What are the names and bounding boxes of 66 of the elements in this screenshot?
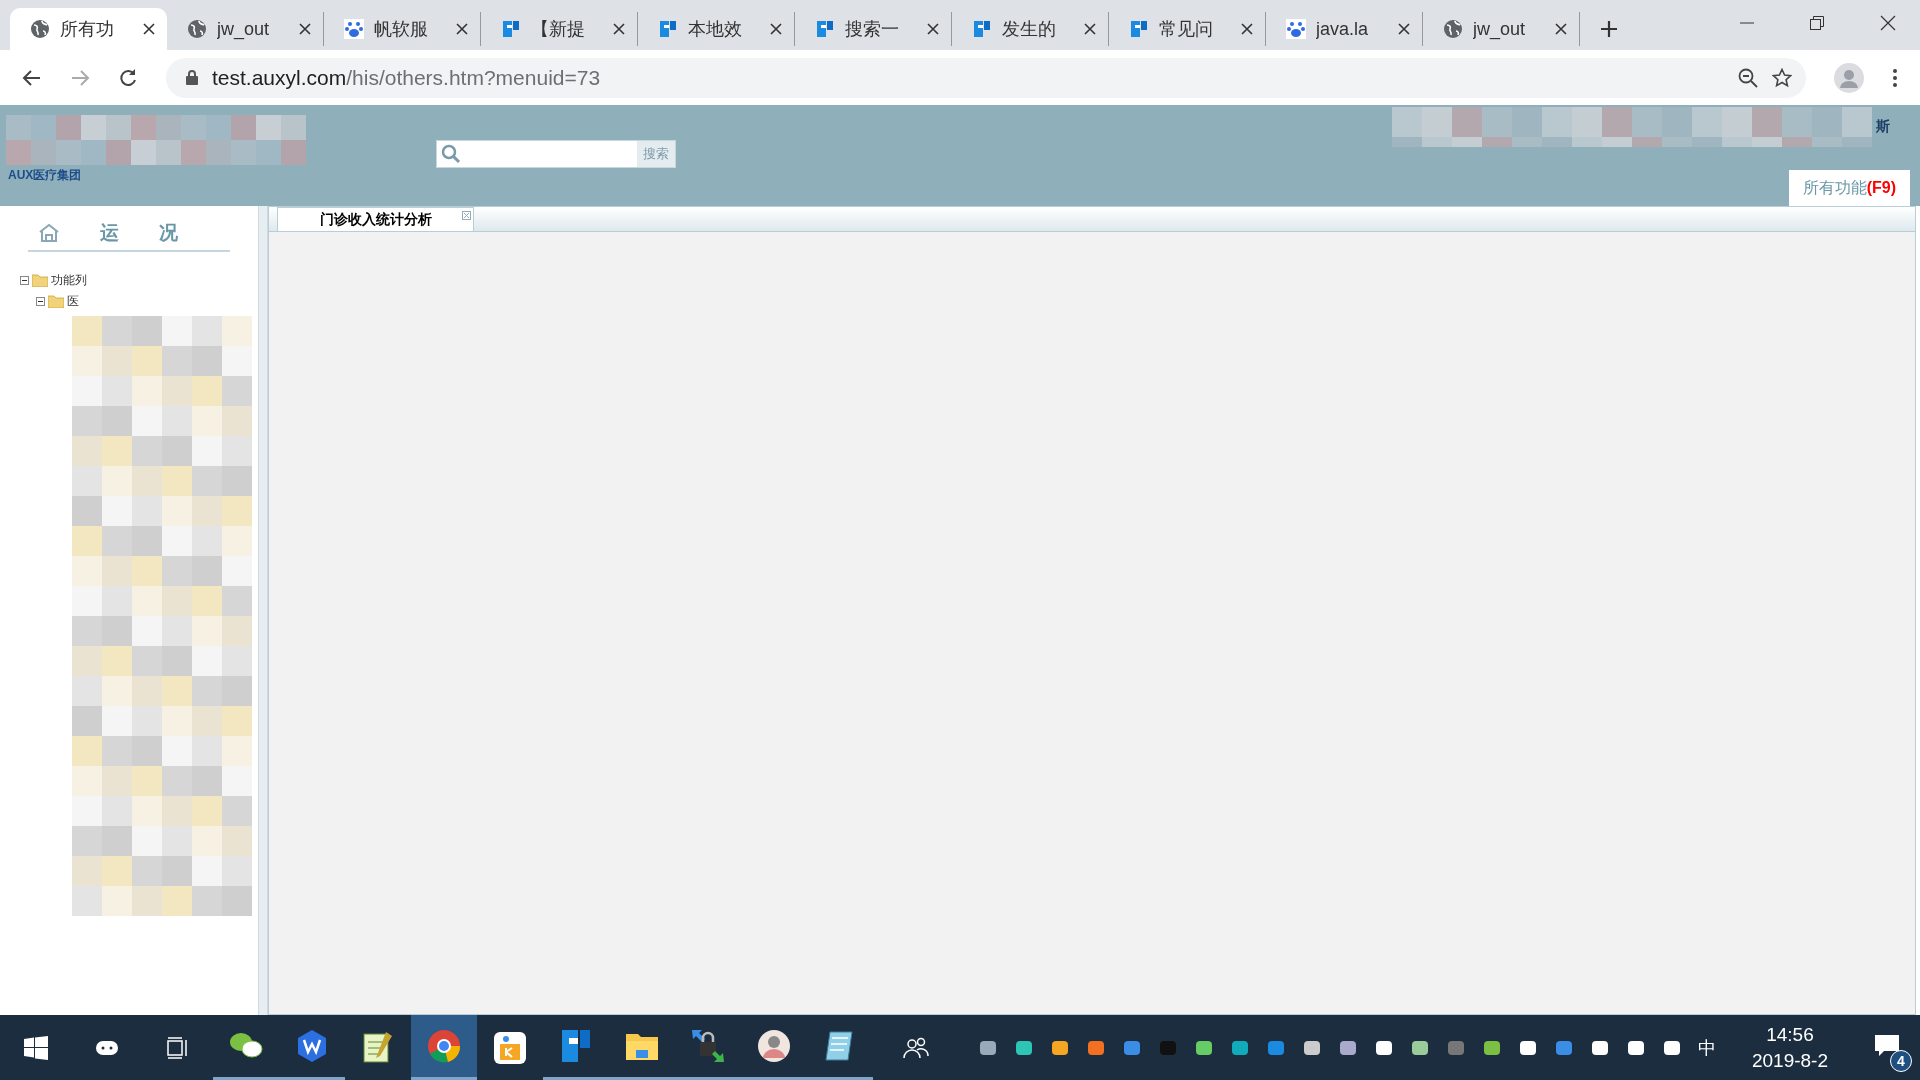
- globe-icon: [30, 19, 50, 39]
- chrome-logo-icon: [426, 1028, 462, 1064]
- zoom-out-icon[interactable]: [1738, 67, 1758, 88]
- menu-icon[interactable]: [1892, 67, 1898, 88]
- lock-icon: [186, 70, 198, 85]
- back-icon[interactable]: [22, 67, 42, 88]
- notification-count: 4: [1890, 1049, 1912, 1072]
- browser-tab[interactable]: 帆软服: [324, 12, 481, 46]
- f-logo-icon: [658, 19, 678, 39]
- globe-icon: [187, 19, 207, 39]
- notification-icon[interactable]: [1874, 1033, 1900, 1058]
- sidebar-title-text: 运: [100, 221, 119, 245]
- close-icon[interactable]: [456, 23, 468, 35]
- collapse-icon[interactable]: [36, 297, 45, 306]
- browser-tab[interactable]: java.la: [1266, 12, 1423, 46]
- browser-tab[interactable]: 搜索一: [795, 12, 952, 46]
- task-view-icon[interactable]: [166, 1035, 190, 1060]
- collapse-icon[interactable]: [20, 276, 29, 285]
- f-logo-icon: [501, 19, 521, 39]
- new-tab-icon[interactable]: [1600, 20, 1618, 38]
- reload-icon[interactable]: [118, 67, 138, 88]
- windows-logo-icon[interactable]: [24, 1035, 48, 1060]
- browser-tab[interactable]: 发生的: [952, 12, 1109, 46]
- brand-text: 斯: [1876, 118, 1890, 136]
- browser-tab[interactable]: 常见问: [1109, 12, 1266, 46]
- all-functions-button[interactable]: 所有功能(F9): [1788, 170, 1910, 206]
- f-logo-icon: [972, 19, 992, 39]
- input-method-indicator[interactable]: 中: [1697, 1035, 1716, 1060]
- tree-item[interactable]: 功能列: [51, 272, 87, 289]
- paw-icon: [344, 19, 364, 39]
- browser-tab[interactable]: jw_out: [1423, 12, 1580, 46]
- profile-icon[interactable]: [1834, 62, 1864, 93]
- open-folder-icon: [48, 295, 64, 308]
- close-icon[interactable]: [1555, 23, 1567, 35]
- sidebar-title-text: 况: [159, 221, 178, 245]
- close-icon[interactable]: [1241, 23, 1253, 35]
- people-icon[interactable]: [903, 1035, 929, 1060]
- address-field[interactable]: test.auxyl.com/his/others.htm?menuid=73: [166, 57, 1806, 98]
- browser-tab[interactable]: 【新提: [481, 12, 638, 46]
- globe-icon: [1443, 19, 1463, 39]
- paw-icon: [1286, 19, 1306, 39]
- clock-time[interactable]: 14:56: [1751, 1021, 1828, 1048]
- avatar-icon: [756, 1028, 792, 1064]
- tree-item[interactable]: 医: [67, 293, 79, 310]
- close-icon[interactable]: [770, 23, 782, 35]
- open-folder-icon: [32, 274, 48, 287]
- f-logo-icon: [815, 19, 835, 39]
- restore-icon[interactable]: [1810, 16, 1824, 30]
- star-icon[interactable]: [1772, 67, 1792, 88]
- browser-tab[interactable]: 所有功: [10, 8, 167, 50]
- browser-tab[interactable]: 本地效: [638, 12, 795, 46]
- search-icon: [441, 144, 461, 164]
- close-icon[interactable]: [1084, 23, 1096, 35]
- close-icon[interactable]: [1398, 23, 1410, 35]
- close-icon[interactable]: [143, 23, 155, 35]
- clock-date[interactable]: 2019-8-2: [1751, 1047, 1828, 1074]
- logo-text: AUX医疗集团: [8, 167, 82, 184]
- browser-tab[interactable]: jw_out: [167, 12, 324, 46]
- f-logo-icon: [1129, 19, 1149, 39]
- content-tab[interactable]: 门诊收入统计分析: [277, 207, 474, 231]
- close-icon[interactable]: [1880, 15, 1896, 31]
- close-icon[interactable]: [613, 23, 625, 35]
- close-icon[interactable]: [299, 23, 311, 35]
- house-icon: [38, 223, 60, 243]
- close-icon[interactable]: [927, 23, 939, 35]
- padlock-arrows-icon: [690, 1028, 726, 1064]
